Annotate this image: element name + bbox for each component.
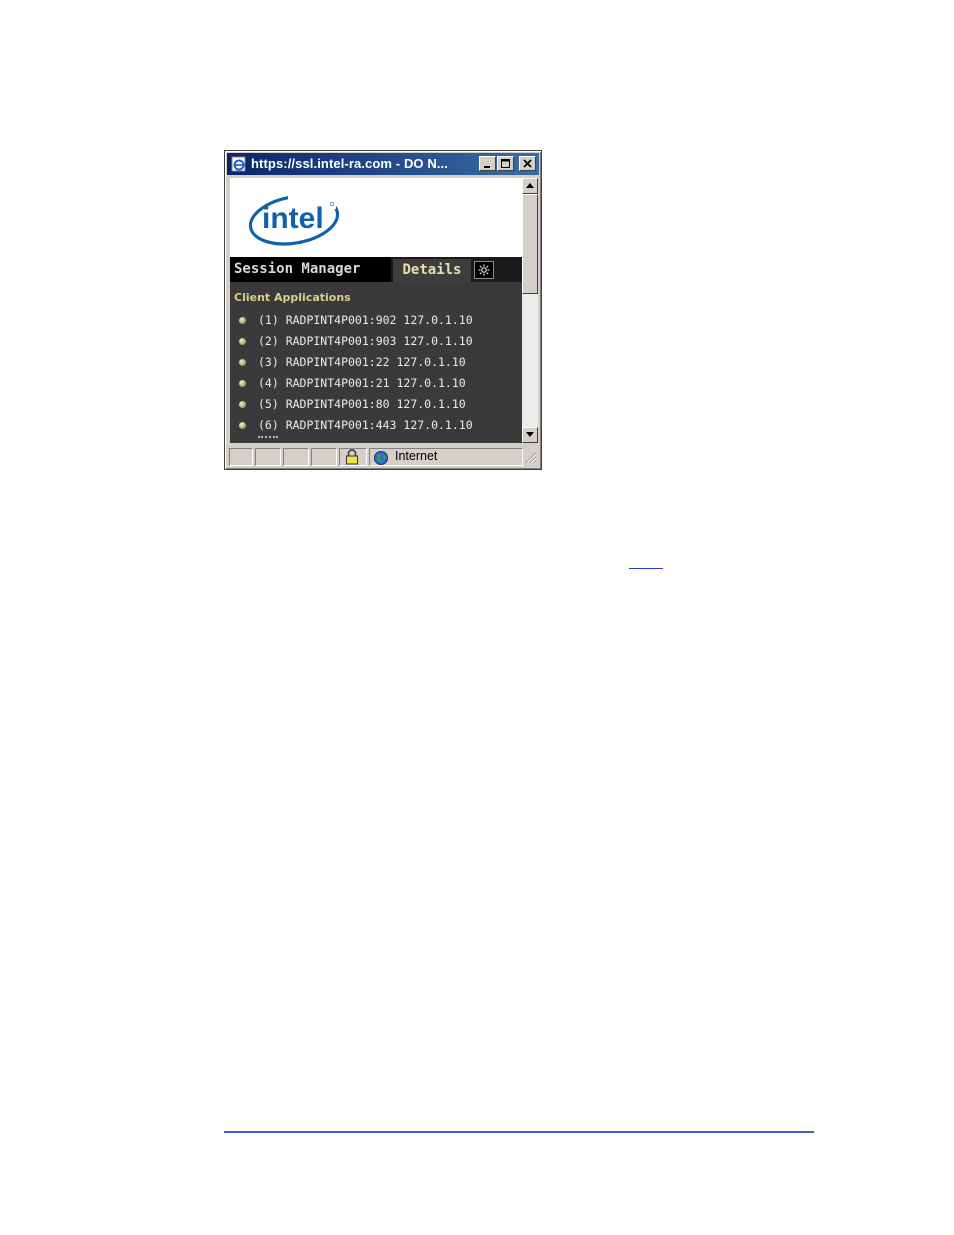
list-item[interactable]: (4) RADPINT4P001:21 127.0.1.10 — [230, 373, 520, 394]
scroll-down-button[interactable] — [522, 427, 538, 443]
settings-gear-icon — [478, 264, 490, 276]
page-link[interactable] — [629, 554, 663, 569]
list-item-label: (3) RADPINT4P001:22 127.0.1.10 — [258, 355, 466, 369]
list-item[interactable]: (5) RADPINT4P001:80 127.0.1.10 — [230, 394, 520, 415]
list-item-label: (6) RADPINT4P001:443 127.0.1.10 — [258, 418, 473, 432]
status-pane — [311, 448, 337, 466]
close-icon — [523, 159, 532, 168]
globe-icon — [374, 451, 388, 465]
intel-logo: intel — [248, 193, 340, 246]
bullet-icon — [239, 401, 246, 408]
browser-popup-window: https://ssl.intel-ra.com - DO N... intel… — [224, 150, 542, 470]
title-bar[interactable]: https://ssl.intel-ra.com - DO N... — [227, 153, 539, 175]
internet-explorer-icon — [231, 156, 246, 172]
list-item-label: (2) RADPINT4P001:903 127.0.1.10 — [258, 334, 473, 348]
scroll-up-button[interactable] — [522, 178, 538, 194]
minimize-button[interactable] — [479, 156, 496, 171]
status-pane — [229, 448, 253, 466]
footer-rule — [224, 1131, 814, 1133]
section-title-client-applications: Client Applications — [234, 291, 351, 304]
bullet-icon — [239, 422, 246, 429]
vertical-scrollbar[interactable] — [522, 178, 538, 443]
status-pane-zone — [369, 448, 523, 466]
bullet-icon — [239, 317, 246, 324]
list-item[interactable]: (3) RADPINT4P001:22 127.0.1.10 — [230, 352, 520, 373]
client-applications-list: (1) RADPINT4P001:902 127.0.1.10 (2) RADP… — [230, 310, 520, 436]
list-item[interactable]: (2) RADPINT4P001:903 127.0.1.10 — [230, 331, 520, 352]
security-zone-label: Internet — [395, 449, 438, 463]
close-button[interactable] — [519, 156, 536, 171]
maximize-icon — [501, 159, 510, 168]
window-title: https://ssl.intel-ra.com - DO N... — [251, 156, 448, 171]
bullet-icon — [239, 359, 246, 366]
minimize-icon — [484, 166, 490, 168]
tab-details[interactable]: Details — [393, 259, 471, 282]
maximize-button[interactable] — [497, 156, 514, 171]
status-pane — [255, 448, 281, 466]
list-item[interactable]: (1) RADPINT4P001:902 127.0.1.10 — [230, 310, 520, 331]
page-viewport: intel Session Manager Details Client App… — [230, 178, 522, 443]
list-item-label: (1) RADPINT4P001:902 127.0.1.10 — [258, 313, 473, 327]
tab-bar: Session Manager Details — [230, 257, 522, 282]
bullet-icon — [239, 338, 246, 345]
scrollbar-thumb[interactable] — [522, 194, 538, 294]
list-item-cutoff — [258, 436, 278, 441]
logo-text: intel — [262, 202, 324, 235]
status-pane — [283, 448, 309, 466]
tab-settings-button[interactable] — [474, 261, 494, 279]
lock-icon — [346, 449, 358, 465]
list-item-label: (4) RADPINT4P001:21 127.0.1.10 — [258, 376, 466, 390]
logo-banner: intel — [230, 178, 522, 257]
list-item-label: (5) RADPINT4P001:80 127.0.1.10 — [258, 397, 466, 411]
resize-grip-icon[interactable] — [525, 452, 537, 464]
arrow-up-icon — [526, 183, 534, 188]
tab-session-manager[interactable]: Session Manager — [230, 257, 391, 282]
arrow-down-icon — [526, 432, 534, 437]
status-bar: Internet — [227, 447, 539, 467]
bullet-icon — [239, 380, 246, 387]
list-item[interactable]: (6) RADPINT4P001:443 127.0.1.10 — [230, 415, 520, 436]
